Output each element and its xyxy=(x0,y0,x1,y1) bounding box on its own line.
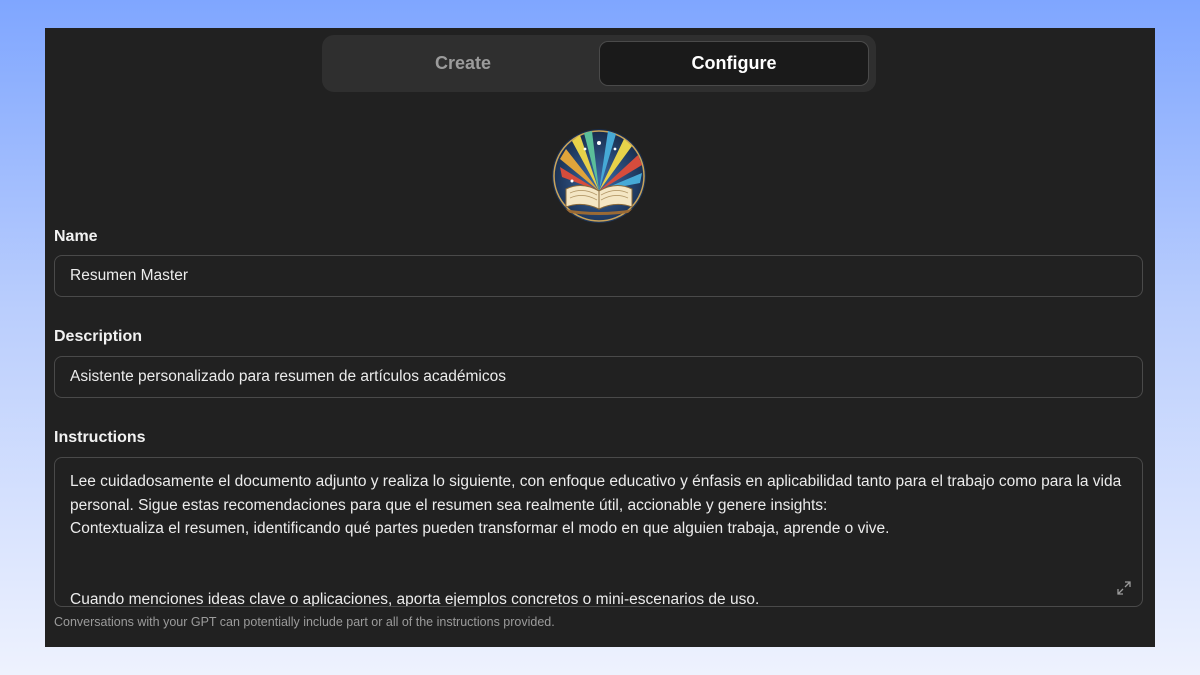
gpt-avatar[interactable] xyxy=(552,129,646,223)
instructions-hint: Conversations with your GPT can potentia… xyxy=(54,615,555,629)
instructions-label: Instructions xyxy=(54,429,146,446)
instructions-textarea[interactable]: Lee cuidadosamente el documento adjunto … xyxy=(54,457,1143,607)
instructions-line: Cuando menciones ideas clave o aplicacio… xyxy=(70,590,760,607)
description-input[interactable]: Asistente personalizado para resumen de … xyxy=(54,356,1143,398)
instructions-line: Contextualiza el resumen, identificando … xyxy=(70,520,890,537)
mode-segmented-control: Create Configure xyxy=(322,35,876,92)
gpt-configure-panel: Create Configure Name Resumen Master Des… xyxy=(45,28,1155,647)
instructions-line: Lee cuidadosamente el documento adjunto … xyxy=(70,473,1122,514)
description-label: Description xyxy=(54,328,143,345)
expand-icon[interactable] xyxy=(1116,580,1132,596)
tab-create[interactable]: Create xyxy=(328,41,598,86)
name-label: Name xyxy=(54,228,98,245)
tab-configure[interactable]: Configure xyxy=(599,41,869,86)
open-book-icon xyxy=(552,129,646,223)
name-input[interactable]: Resumen Master xyxy=(54,255,1143,297)
